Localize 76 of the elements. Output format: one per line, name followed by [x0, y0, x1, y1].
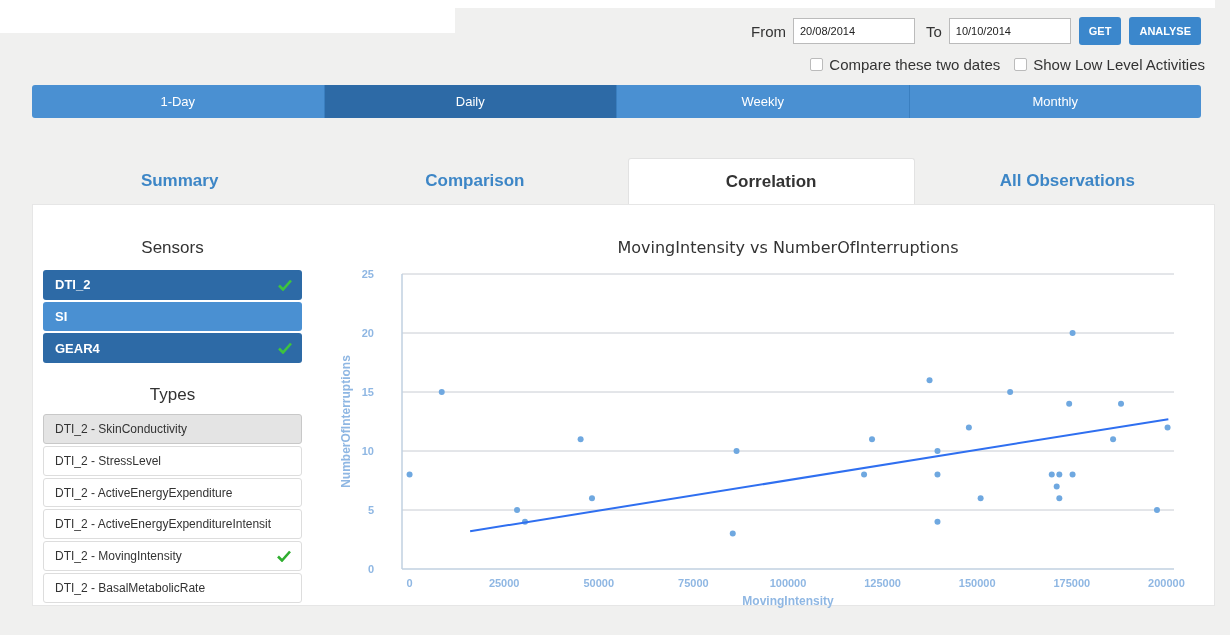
period-tab[interactable]: Weekly — [617, 85, 910, 118]
view-tab[interactable]: Comparison — [332, 158, 618, 204]
data-point — [514, 507, 521, 513]
data-point — [1069, 471, 1076, 478]
from-label: From — [750, 22, 786, 40]
y-tick-label: 20 — [361, 327, 374, 339]
type-item[interactable]: DTI_2 - StressLevel — [43, 445, 302, 476]
to-label: To — [925, 22, 942, 40]
period-tab[interactable]: 1-Day — [32, 85, 325, 118]
view-tab[interactable]: All Observations — [924, 158, 1210, 204]
check-icon — [278, 278, 292, 291]
sensor-item[interactable]: GEAR4 — [43, 333, 302, 363]
data-point — [1056, 495, 1063, 502]
x-tick-label: 75000 — [678, 577, 709, 589]
x-tick-label: 100000 — [769, 577, 807, 589]
period-tab[interactable]: Monthly — [909, 85, 1201, 118]
type-item[interactable]: DTI_2 - BasalMetabolicRate — [43, 573, 302, 603]
sensor-item[interactable]: DTI_2 — [43, 270, 302, 300]
data-point — [934, 448, 941, 454]
data-point — [438, 389, 445, 395]
data-point — [729, 530, 736, 537]
data-point — [965, 424, 972, 431]
data-point — [977, 495, 984, 502]
x-tick-label: 175000 — [1053, 577, 1091, 589]
x-axis-title: MovingIntensity — [742, 594, 834, 608]
analyse-button[interactable]: ANALYSE — [1129, 17, 1201, 45]
data-point — [1069, 330, 1076, 336]
data-point — [869, 436, 875, 443]
data-point — [1153, 507, 1160, 513]
checkbox[interactable] — [810, 57, 824, 71]
y-tick-label: 10 — [361, 445, 374, 457]
y-tick-label: 5 — [367, 504, 374, 516]
y-tick-label: 0 — [367, 563, 374, 575]
data-point — [1118, 400, 1124, 407]
sensors-heading: Sensors — [140, 238, 205, 258]
data-point — [1110, 436, 1117, 443]
y-axis-title: NumberOfInterruptions — [339, 355, 353, 488]
data-point — [522, 518, 528, 525]
data-point — [934, 471, 941, 478]
x-tick-label: 0 — [406, 577, 413, 589]
x-tick-label: 150000 — [958, 577, 996, 589]
checkbox-label: Compare these two dates — [829, 55, 1001, 73]
x-tick-label: 25000 — [488, 577, 520, 589]
data-point — [934, 518, 941, 525]
data-point — [1164, 424, 1171, 431]
data-point — [926, 377, 933, 384]
period-tab[interactable]: Daily — [324, 85, 617, 118]
from-date-field[interactable]: 20/08/2014 — [792, 18, 915, 44]
y-tick-label: 15 — [361, 386, 374, 398]
type-item[interactable]: DTI_2 - MovingIntensity — [43, 541, 302, 572]
checkbox[interactable] — [1014, 57, 1028, 71]
data-point — [1053, 483, 1060, 490]
y-tick-label: 25 — [361, 268, 374, 280]
data-point — [1066, 400, 1073, 407]
check-icon — [277, 550, 291, 563]
x-tick-label: 125000 — [864, 577, 901, 589]
get-button[interactable]: GET — [1078, 17, 1122, 45]
chart-title: MovingIntensity vs NumberOfInterruptions — [617, 238, 959, 257]
data-point — [406, 471, 413, 478]
data-point — [861, 471, 868, 478]
type-item[interactable]: DTI_2 - ActiveEnergyExpenditure — [43, 477, 302, 508]
data-point — [577, 436, 584, 443]
types-heading: Types — [148, 384, 197, 405]
check-icon — [278, 342, 292, 355]
sensor-item[interactable]: SI — [43, 301, 302, 332]
checkbox-label: Show Low Level Activities — [1033, 55, 1205, 73]
view-tab[interactable]: Correlation — [627, 158, 915, 204]
x-tick-label: 50000 — [583, 577, 615, 589]
view-tab[interactable]: Summary — [37, 158, 323, 204]
data-point — [588, 495, 595, 502]
to-date-field[interactable]: 10/10/2014 — [948, 18, 1071, 44]
type-item[interactable]: DTI_2 - SkinConductivity — [43, 413, 302, 444]
type-item[interactable]: DTI_2 - ActiveEnergyExpenditureIntensit — [43, 509, 302, 540]
data-point — [733, 448, 740, 454]
x-tick-label: 200000 — [1148, 577, 1185, 589]
data-point — [1007, 389, 1014, 395]
